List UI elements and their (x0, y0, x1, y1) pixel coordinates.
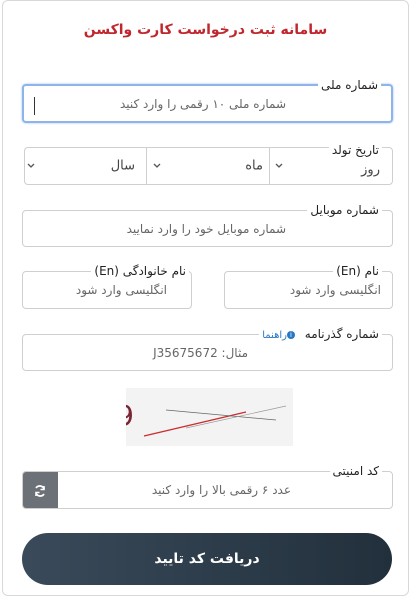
form-card: سامانه ثبت درخواست کارت واکسن شماره ملی … (2, 0, 409, 596)
month-select[interactable]: ماه (146, 148, 269, 184)
captcha-graphic: 479299 (17, 388, 293, 446)
chevron-down-icon (275, 163, 283, 168)
passport-label-text: شماره گذرنامه (304, 327, 379, 341)
mobile-placeholder: شماره موبایل خود را وارد نمایید (126, 221, 286, 236)
birth-date-group: تاریخ تولد روز ماه سال (23, 142, 393, 185)
refresh-icon (35, 485, 45, 497)
info-icon: i (286, 331, 295, 339)
national-id-placeholder: شماره ملی ۱۰ رقمی را وارد کنید (119, 96, 286, 111)
chevron-down-icon (27, 163, 35, 168)
day-select-value: روز (361, 162, 380, 178)
mobile-field[interactable]: شماره موبایل شماره موبایل خود را وارد نم… (22, 202, 393, 247)
passport-label: شماره گذرنامه iراهنما (259, 326, 382, 344)
first-name-placeholder: انگلیسی وارد شود (289, 283, 381, 297)
first-name-field[interactable]: نام (En) انگلیسی وارد شود (224, 263, 393, 309)
year-select-value: سال (110, 158, 135, 174)
captcha-text: 479299 (126, 399, 136, 432)
passport-help-link[interactable]: iراهنما (262, 330, 297, 341)
passport-field[interactable]: شماره گذرنامه iراهنما مثال: J35675672 (22, 326, 393, 371)
page-title: سامانه ثبت درخواست کارت واکسن (83, 22, 328, 38)
national-id-field[interactable]: شماره ملی شماره ملی ۱۰ رقمی را وارد کنید (22, 77, 393, 123)
last-name-label: نام خانوادگی (En) (91, 263, 189, 279)
month-select-value: ماه (245, 158, 263, 174)
last-name-placeholder: انگلیسی وارد شود (75, 283, 167, 297)
day-select[interactable]: روز (269, 148, 392, 184)
captcha-field[interactable]: کد امنیتی عدد ۶ رقمی بالا را وارد کنید (22, 463, 393, 509)
last-name-field[interactable]: نام خانوادگی (En) انگلیسی وارد شود (22, 263, 192, 309)
captcha-label: کد امنیتی (329, 463, 382, 479)
get-verification-code-button[interactable]: دریافت کد تایید (22, 533, 392, 585)
first-name-label: نام (En) (333, 263, 382, 279)
passport-placeholder: مثال: J35675672 (153, 345, 248, 360)
captcha-refresh-button[interactable] (23, 472, 58, 508)
national-id-label: شماره ملی (318, 77, 381, 93)
captcha-image: 479299 (17, 388, 293, 446)
chevron-down-icon (153, 163, 161, 168)
passport-help-text: راهنما (262, 330, 287, 341)
year-select[interactable]: سال (23, 148, 146, 184)
text-cursor (34, 97, 35, 115)
captcha-placeholder: عدد ۶ رقمی بالا را وارد کنید (151, 483, 291, 497)
mobile-label: شماره موبایل (307, 202, 382, 218)
